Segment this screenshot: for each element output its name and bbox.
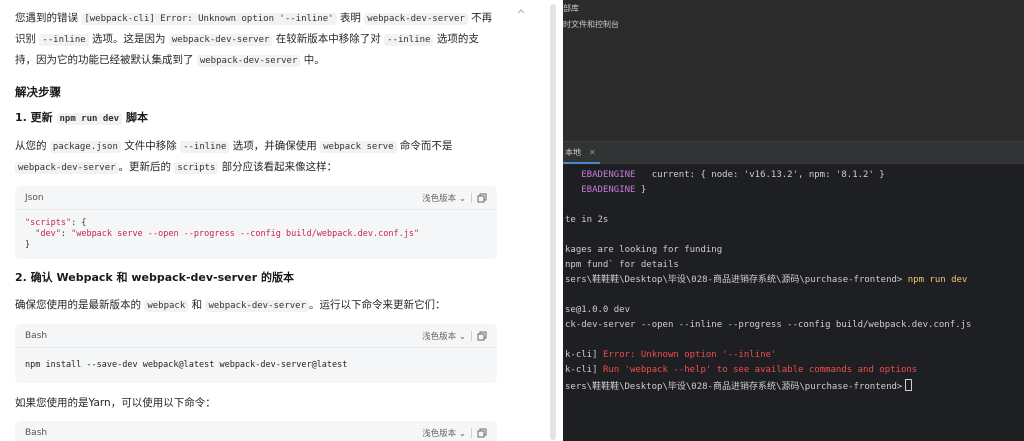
chevron-down-icon: ⌄ bbox=[458, 193, 466, 204]
terminal-line: se@1.0.0 dev bbox=[565, 305, 631, 315]
tab-terminal-local[interactable]: 本地 ✕ bbox=[563, 142, 600, 164]
tree-item-scratches[interactable]: 时文件和控制台 bbox=[563, 19, 619, 31]
solution-heading: 解决步骤 bbox=[15, 85, 61, 99]
terminal-line: k-cli] Run 'webpack --help' to see avail… bbox=[565, 365, 918, 375]
terminal-output[interactable]: EBADENGINE current: { node: 'v16.13.2', … bbox=[563, 164, 1024, 441]
terminal-line: npm fund` for details bbox=[565, 260, 679, 270]
code-language-label: Bash bbox=[25, 427, 48, 438]
inline-code: --inline bbox=[384, 34, 434, 46]
code-language-label: Json bbox=[25, 192, 44, 203]
scrollbar-thumb[interactable] bbox=[550, 4, 556, 440]
code-language-label: Bash bbox=[25, 330, 48, 341]
code-block-body: "scripts": { "dev": "webpack serve --ope… bbox=[25, 218, 420, 250]
step2-heading: 2. 确认 Webpack 和 webpack-dev-server 的版本 bbox=[15, 271, 294, 284]
theme-toggle[interactable]: 浅色版本 ⌄ bbox=[422, 192, 466, 204]
inline-code: webpack-dev-server bbox=[168, 34, 273, 46]
assistant-message: 您遇到的错误 [webpack-cli] Error: Unknown opti… bbox=[15, 8, 497, 441]
divider bbox=[471, 330, 472, 341]
inline-code: webpack-dev-server bbox=[205, 300, 310, 312]
terminal-tab-bar: 本地 ✕ bbox=[563, 142, 1024, 164]
inline-code: npm run dev bbox=[56, 113, 123, 125]
close-icon[interactable]: ✕ bbox=[589, 148, 596, 157]
inline-code: scripts bbox=[174, 162, 219, 174]
yarn-paragraph: 如果您使用的是Yarn，可以使用以下命令： bbox=[15, 397, 216, 409]
bash-code-block-2: Bash 浅色版本 ⌄ bbox=[15, 421, 497, 441]
inline-code: webpack-dev-server bbox=[364, 13, 468, 25]
terminal-line: EBADENGINE } bbox=[581, 185, 647, 195]
inline-code: webpack serve bbox=[320, 141, 397, 153]
copy-icon[interactable] bbox=[477, 193, 487, 203]
terminal-line: k-cli] Error: Unknown option '--inline' bbox=[565, 350, 777, 360]
code-block-header: Bash 浅色版本 ⌄ bbox=[15, 421, 497, 441]
step1-paragraph: 从您的 package.json 文件中移除 --inline 选项，并确保使用… bbox=[15, 140, 453, 174]
terminal-line: ck-dev-server --open --inline --progress… bbox=[565, 320, 972, 330]
terminal-cursor bbox=[905, 379, 913, 391]
terminal-line: sers\鞋鞋鞋\Desktop\毕设\028-商品进销存系统\源码\purch… bbox=[565, 275, 968, 285]
code-block-body: npm install --save-dev webpack@latest we… bbox=[25, 360, 348, 370]
bash-code-block: Bash 浅色版本 ⌄ npm install --save-dev webpa… bbox=[15, 324, 497, 383]
inline-code: webpack-dev-server bbox=[196, 55, 301, 67]
copy-icon[interactable] bbox=[477, 428, 487, 438]
terminal-line: kages are looking for funding bbox=[565, 245, 723, 255]
code-block-header: Json 浅色版本 ⌄ bbox=[15, 186, 497, 210]
intro-paragraph: 您遇到的错误 [webpack-cli] Error: Unknown opti… bbox=[15, 12, 493, 67]
inline-code: webpack bbox=[144, 300, 189, 312]
inline-code: package.json bbox=[49, 141, 121, 153]
divider bbox=[471, 192, 472, 203]
terminal-line: te in 2s bbox=[565, 215, 609, 225]
code-block-header: Bash 浅色版本 ⌄ bbox=[15, 324, 497, 348]
step2-paragraph: 确保您使用的是最新版本的 webpack 和 webpack-dev-serve… bbox=[15, 299, 446, 312]
chevron-down-icon: ⌄ bbox=[458, 331, 466, 342]
json-code-block: Json 浅色版本 ⌄ "scripts": { "dev": "webpack… bbox=[15, 186, 497, 259]
theme-toggle[interactable]: 浅色版本 ⌄ bbox=[422, 427, 466, 439]
scroll-to-top-icon[interactable] bbox=[515, 6, 527, 18]
inline-code: webpack-dev-server bbox=[15, 162, 119, 174]
inline-code: --inline bbox=[180, 141, 230, 153]
step1-heading: 1. 更新 npm run dev 脚本 bbox=[15, 111, 148, 125]
copy-icon[interactable] bbox=[477, 331, 487, 341]
chat-panel: 您遇到的错误 [webpack-cli] Error: Unknown opti… bbox=[0, 0, 563, 441]
terminal-line: EBADENGINE current: { node: 'v16.13.2', … bbox=[581, 170, 885, 180]
ide-panel: 部库 时文件和控制台 本地 ✕ EBADENGINE current: { no… bbox=[563, 0, 1024, 441]
tree-item-external-libraries[interactable]: 部库 bbox=[563, 3, 579, 15]
chevron-down-icon: ⌄ bbox=[458, 428, 466, 439]
project-tree: 部库 时文件和控制台 bbox=[563, 0, 1024, 141]
inline-code: --inline bbox=[39, 34, 89, 46]
divider bbox=[471, 427, 472, 438]
terminal-prompt[interactable]: sers\鞋鞋鞋\Desktop\毕设\028-商品进销存系统\源码\purch… bbox=[565, 379, 913, 393]
tab-label: 本地 bbox=[565, 147, 581, 157]
inline-code: [webpack-cli] Error: Unknown option '--i… bbox=[81, 13, 337, 25]
theme-toggle[interactable]: 浅色版本 ⌄ bbox=[422, 330, 466, 342]
